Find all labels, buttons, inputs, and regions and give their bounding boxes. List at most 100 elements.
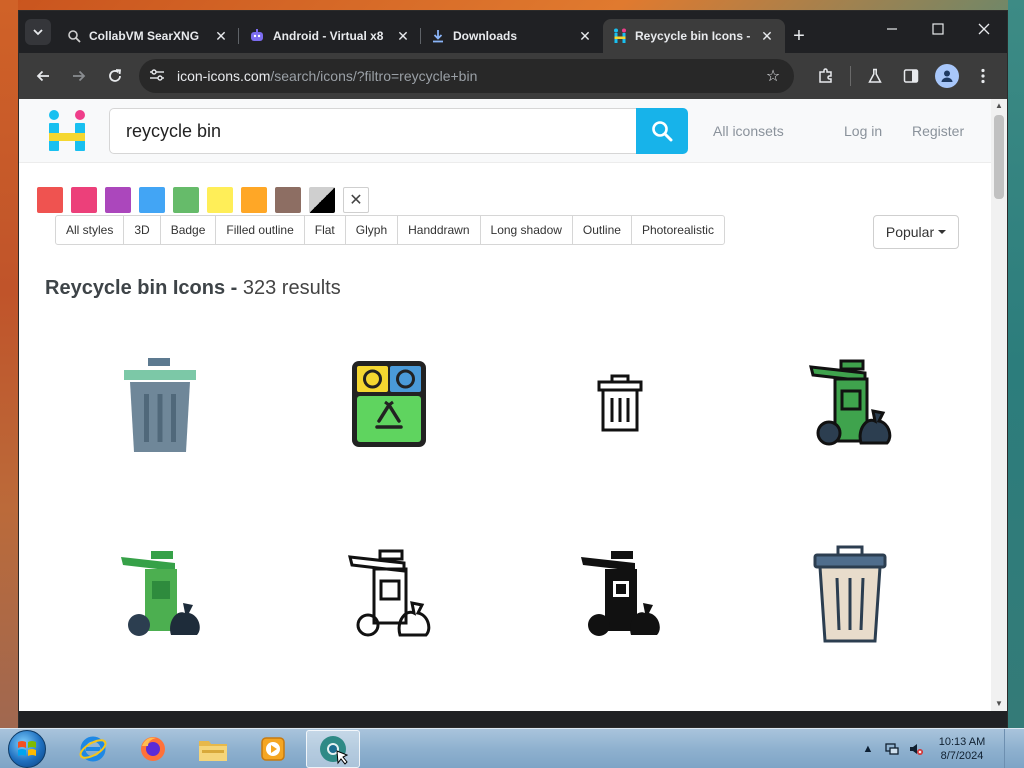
reload-button[interactable] (99, 60, 131, 92)
system-tray: ▲ 10:13 AM 8/7/2024 (860, 728, 1024, 768)
sort-label: Popular (885, 224, 935, 240)
icon-result-5[interactable] (105, 539, 215, 649)
close-icon: ✕ (349, 192, 363, 209)
new-tab-button[interactable]: + (785, 19, 813, 53)
volume-muted-icon[interactable] (908, 741, 924, 757)
maximize-button[interactable] (915, 11, 961, 47)
address-bar[interactable]: icon-icons.com/search/icons/?filtro=reyc… (139, 59, 794, 93)
color-filter-green[interactable] (173, 187, 199, 213)
browser-toolbar: icon-icons.com/search/icons/?filtro=reyc… (19, 53, 1007, 99)
style-3d[interactable]: 3D (124, 216, 161, 244)
color-filter-yellow[interactable] (207, 187, 233, 213)
chevron-down-icon (33, 29, 43, 36)
style-outline[interactable]: Outline (573, 216, 632, 244)
taskbar-firefox[interactable] (126, 730, 180, 768)
flask-icon (868, 68, 882, 83)
taskbar-internet-explorer[interactable] (66, 730, 120, 768)
download-icon (433, 30, 443, 43)
taskbar-media-player[interactable] (246, 730, 300, 768)
filled-outline-wheelie-bin-icon (809, 359, 892, 446)
style-filter-group: All styles 3D Badge Filled outline Flat … (55, 215, 725, 245)
results-count: 323 results (242, 277, 341, 299)
color-filter-blue[interactable] (139, 187, 165, 213)
show-desktop-button[interactable] (1004, 728, 1014, 768)
site-info-icon[interactable] (149, 68, 171, 85)
style-badge[interactable]: Badge (161, 216, 217, 244)
taskbar-chrome[interactable] (306, 729, 360, 768)
icon-result-7[interactable] (565, 539, 675, 649)
color-filter-black-white[interactable] (309, 187, 335, 213)
profile-button[interactable] (931, 60, 963, 92)
tab-collabvm-searxng[interactable]: CollabVM SearXNG ✕ (57, 19, 239, 53)
scroll-up-arrow-icon[interactable]: ▲ (991, 99, 1007, 113)
register-link[interactable]: Register (912, 123, 964, 139)
style-all-styles[interactable]: All styles (56, 216, 125, 244)
tab-search-button[interactable] (25, 19, 51, 45)
start-button[interactable] (8, 729, 46, 768)
scroll-down-arrow-icon[interactable]: ▼ (991, 697, 1007, 711)
style-handdrawn[interactable]: Handdrawn (398, 216, 481, 244)
search-input[interactable]: reycycle bin (109, 108, 637, 154)
style-glyph[interactable]: Glyph (346, 216, 399, 244)
bookmark-star-icon[interactable]: ☆ (762, 66, 784, 86)
color-filter-red[interactable] (37, 187, 63, 213)
tab-android-virtual[interactable]: Android - Virtual x8 ✕ (239, 19, 421, 53)
media-player-icon (261, 736, 285, 761)
tab-close-icon[interactable]: ✕ (395, 28, 411, 45)
icon-result-1[interactable] (105, 349, 215, 459)
site-header: reycycle bin All iconsets Log in Registe… (19, 99, 991, 163)
taskbar-file-explorer[interactable] (186, 730, 240, 768)
all-iconsets-link[interactable]: All iconsets (713, 123, 784, 139)
sort-dropdown[interactable]: Popular (873, 215, 959, 249)
icon-result-2[interactable] (334, 349, 444, 459)
labs-button[interactable] (859, 60, 891, 92)
extensions-button[interactable] (810, 60, 842, 92)
minimize-button[interactable] (869, 11, 915, 47)
tab-close-icon[interactable]: ✕ (577, 28, 593, 45)
search-icon (652, 121, 673, 142)
tray-expand-icon[interactable]: ▲ (860, 741, 876, 757)
icon-result-3[interactable] (565, 349, 675, 459)
forward-button[interactable] (63, 60, 95, 92)
style-photorealistic[interactable]: Photorealistic (632, 216, 724, 244)
style-long-shadow[interactable]: Long shadow (481, 216, 573, 244)
network-icon[interactable] (884, 741, 900, 757)
color-filter-purple[interactable] (105, 187, 131, 213)
page-scrollbar[interactable]: ▲ ▼ (991, 99, 1007, 711)
color-filter-orange[interactable] (241, 187, 267, 213)
tab-title: CollabVM SearXNG (89, 29, 200, 43)
icon-result-8[interactable] (795, 539, 905, 649)
color-filter-clear[interactable]: ✕ (343, 187, 369, 213)
scroll-thumb[interactable] (994, 115, 1004, 199)
menu-button[interactable] (967, 60, 999, 92)
login-link[interactable]: Log in (844, 123, 882, 139)
tab-downloads[interactable]: Downloads ✕ (421, 19, 603, 53)
color-filter-pink[interactable] (71, 187, 97, 213)
icon-result-4[interactable] (795, 349, 905, 459)
taskbar-clock[interactable]: 10:13 AM 8/7/2024 (932, 735, 992, 763)
url-text: icon-icons.com/search/icons/?filtro=reyc… (177, 68, 762, 84)
back-button[interactable] (27, 60, 59, 92)
close-window-button[interactable] (961, 11, 1007, 47)
style-filled-outline[interactable]: Filled outline (216, 216, 305, 244)
tab-close-icon[interactable]: ✕ (759, 28, 775, 45)
taskbar: ▲ 10:13 AM 8/7/2024 (0, 728, 1024, 768)
chrome-icon (320, 735, 349, 765)
side-panel-button[interactable] (895, 60, 927, 92)
tab-title: Reycycle bin Icons - (635, 29, 751, 43)
icon-result-6[interactable] (334, 539, 444, 649)
icon-icons-logo[interactable] (47, 109, 87, 153)
color-filter-brown[interactable] (275, 187, 301, 213)
results-term: Reycycle bin Icons (45, 277, 226, 299)
search-button[interactable] (636, 108, 688, 154)
tab-strip: CollabVM SearXNG ✕ Android - Virtual x8 … (19, 11, 1007, 53)
android-vm-icon (251, 29, 263, 41)
close-icon (978, 23, 990, 35)
icon-icons-favicon (614, 28, 626, 43)
tab-reycycle-bin-icons[interactable]: Reycycle bin Icons - ✕ (603, 19, 785, 53)
reload-icon (109, 69, 121, 82)
arrow-right-icon (73, 70, 86, 82)
side-panel-icon (903, 69, 919, 83)
tab-close-icon[interactable]: ✕ (213, 28, 229, 45)
style-flat[interactable]: Flat (305, 216, 346, 244)
